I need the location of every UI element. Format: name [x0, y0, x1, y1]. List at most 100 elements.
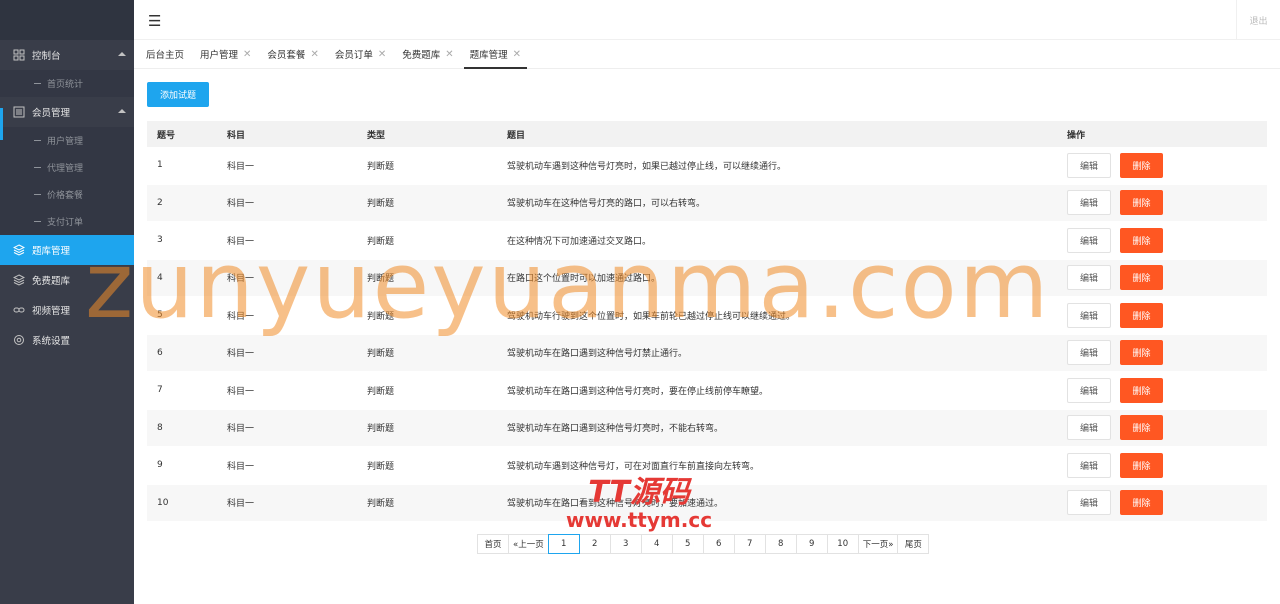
- question-table: 题号 科目 类型 题目 操作 1 科目一 判断题 驾驶机动车遇到这种信号灯亮时，如果已…: [147, 121, 1267, 522]
- close-icon[interactable]: ✕: [445, 49, 453, 60]
- close-icon[interactable]: ✕: [513, 49, 521, 60]
- page-number[interactable]: 3: [609, 534, 642, 554]
- list-icon: [12, 106, 25, 119]
- page-number[interactable]: 1: [547, 534, 580, 554]
- edit-button[interactable]: 编辑: [1067, 340, 1111, 366]
- dash-icon: [34, 167, 41, 168]
- sidebar-sub-agents[interactable]: 代理管理: [0, 154, 134, 181]
- tab-question-bank[interactable]: 题库管理 ✕: [463, 40, 528, 69]
- menu-toggle-icon[interactable]: ☰: [148, 12, 161, 30]
- sidebar-item-label: 视频管理: [32, 306, 71, 317]
- delete-button[interactable]: 删除: [1120, 152, 1163, 178]
- page-last[interactable]: 尾页: [897, 534, 930, 554]
- delete-button[interactable]: 删除: [1120, 227, 1163, 253]
- sidebar-item-videos[interactable]: 视频管理: [0, 295, 134, 325]
- tab-member-orders[interactable]: 会员订单 ✕: [329, 40, 392, 68]
- edit-button[interactable]: 编辑: [1067, 152, 1111, 178]
- cell-id: 2: [157, 197, 163, 208]
- cell-subject: 科目一: [227, 274, 255, 285]
- page-number[interactable]: 4: [640, 534, 673, 554]
- page-first[interactable]: 首页: [477, 534, 509, 554]
- edit-button[interactable]: 编辑: [1067, 190, 1111, 216]
- cell-type: 判断题: [367, 349, 395, 360]
- table-row: 10 科目一 判断题 驾驶机动车在路口看到这种信号灯亮时，要加速通过。 编辑 删除: [147, 484, 1267, 522]
- edit-button[interactable]: 编辑: [1067, 377, 1111, 403]
- gear-icon: [12, 334, 25, 347]
- page-number[interactable]: 7: [733, 534, 766, 554]
- edit-button[interactable]: 编辑: [1067, 227, 1111, 253]
- page-next[interactable]: 下一页»: [857, 534, 899, 554]
- edit-button[interactable]: 编辑: [1067, 415, 1111, 441]
- dash-icon: [34, 140, 41, 141]
- sidebar-sub-label: 支付订单: [47, 218, 84, 228]
- edit-button[interactable]: 编辑: [1067, 490, 1111, 516]
- page-number[interactable]: 6: [702, 534, 735, 554]
- table-header: 题号 科目 类型 题目 操作: [147, 121, 1267, 147]
- cell-question: 驾驶机动车在路口遇到这种信号灯亮时，不能右转弯。: [507, 424, 724, 435]
- delete-button[interactable]: 删除: [1120, 265, 1163, 291]
- cell-actions: 编辑 删除: [1057, 302, 1267, 328]
- sidebar-item-label: 系统设置: [32, 336, 71, 347]
- pagination: 首页 «上一页 1 2 3 4 5 6 7 8 9 10 下一页» 尾页: [477, 534, 930, 554]
- table-row: 7 科目一 判断题 驾驶机动车在路口遇到这种信号灯亮时，要在停止线前停车瞭望。 编辑 删除: [147, 372, 1267, 410]
- cell-question: 在这种情况下可加速通过交叉路口。: [507, 236, 652, 247]
- delete-button[interactable]: 删除: [1120, 490, 1163, 516]
- sidebar-item-dashboard[interactable]: 控制台: [0, 40, 134, 70]
- tab-users[interactable]: 用户管理 ✕: [194, 40, 257, 68]
- page-number[interactable]: 5: [671, 534, 704, 554]
- cell-question: 驾驶机动车遇到这种信号灯亮时，如果已越过停止线，可以继续通行。: [507, 161, 787, 172]
- page-number[interactable]: 2: [578, 534, 611, 554]
- table-body: 1 科目一 判断题 驾驶机动车遇到这种信号灯亮时，如果已越过停止线，可以继续通行。 编辑…: [147, 147, 1267, 522]
- tab-free-bank[interactable]: 免费题库 ✕: [396, 40, 459, 68]
- cell-subject: 科目一: [227, 461, 255, 472]
- layers-icon: [12, 244, 25, 257]
- cell-actions: 编辑 删除: [1057, 227, 1267, 253]
- sidebar-item-members[interactable]: 会员管理: [0, 97, 134, 127]
- table-row: 5 科目一 判断题 驾驶机动车行驶到这个位置时，如果车前轮已越过停止线可以继续通过。 编…: [147, 297, 1267, 335]
- cell-id: 6: [157, 347, 163, 358]
- page-number[interactable]: 9: [795, 534, 828, 554]
- header-question: 题目: [507, 130, 526, 141]
- tab-home[interactable]: 后台主页: [140, 40, 190, 68]
- sidebar-nav: 控制台 首页统计 会员管理 用户管理 代理管理 价格套餐 支付订单 题库管理 免…: [0, 40, 134, 355]
- sidebar-item-question-bank[interactable]: 题库管理: [0, 235, 134, 265]
- close-icon[interactable]: ✕: [378, 49, 386, 60]
- edit-button[interactable]: 编辑: [1067, 265, 1111, 291]
- sidebar-sub-users[interactable]: 用户管理: [0, 127, 134, 154]
- sidebar-sub-price-plans[interactable]: 价格套餐: [0, 181, 134, 208]
- cell-type: 判断题: [367, 199, 395, 210]
- delete-button[interactable]: 删除: [1120, 340, 1163, 366]
- delete-button[interactable]: 删除: [1120, 452, 1163, 478]
- edit-button[interactable]: 编辑: [1067, 452, 1111, 478]
- header-id: 题号: [157, 130, 176, 141]
- sidebar-sub-payment-orders[interactable]: 支付订单: [0, 208, 134, 235]
- close-icon[interactable]: ✕: [310, 49, 318, 60]
- page-number[interactable]: 8: [764, 534, 797, 554]
- sidebar-item-settings[interactable]: 系统设置: [0, 325, 134, 355]
- delete-button[interactable]: 删除: [1120, 302, 1163, 328]
- page-prev[interactable]: «上一页: [508, 534, 549, 554]
- tab-label: 题库管理: [469, 50, 508, 61]
- cell-subject: 科目一: [227, 499, 255, 510]
- layers-icon: [12, 274, 25, 287]
- chevron-up-icon: [118, 52, 126, 56]
- table-row: 6 科目一 判断题 驾驶机动车在路口遇到这种信号灯禁止通行。 编辑 删除: [147, 334, 1267, 372]
- sidebar-sub-home-stats[interactable]: 首页统计: [0, 70, 134, 97]
- logo-area: [0, 0, 134, 40]
- delete-button[interactable]: 删除: [1120, 415, 1163, 441]
- logout-button[interactable]: 退出: [1236, 0, 1280, 40]
- tab-member-plans[interactable]: 会员套餐 ✕: [261, 40, 324, 68]
- delete-button[interactable]: 删除: [1120, 190, 1163, 216]
- page-number[interactable]: 10: [826, 534, 859, 554]
- sidebar-item-free-bank[interactable]: 免费题库: [0, 265, 134, 295]
- add-question-button[interactable]: 添加试题: [147, 82, 209, 107]
- header-subject: 科目: [227, 130, 246, 141]
- top-header: ☰ 退出: [134, 0, 1280, 40]
- cell-subject: 科目一: [227, 199, 255, 210]
- edit-button[interactable]: 编辑: [1067, 302, 1111, 328]
- sidebar: 控制台 首页统计 会员管理 用户管理 代理管理 价格套餐 支付订单 题库管理 免…: [0, 0, 134, 604]
- close-icon[interactable]: ✕: [243, 49, 251, 60]
- header-type: 类型: [367, 130, 386, 141]
- cell-question: 在路口这个位置时可以加速通过路口。: [507, 274, 661, 285]
- delete-button[interactable]: 删除: [1120, 377, 1163, 403]
